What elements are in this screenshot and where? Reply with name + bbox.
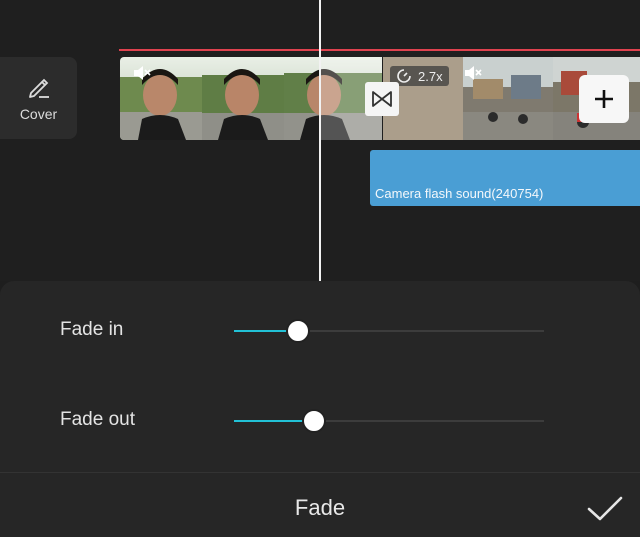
fade-in-row: Fade in	[0, 311, 640, 351]
mute-icon[interactable]	[463, 64, 483, 82]
footer-divider	[0, 472, 640, 473]
cover-label: Cover	[19, 106, 58, 122]
transition-button[interactable]	[365, 82, 399, 116]
fade-panel: Fade in Fade out Fade	[0, 281, 640, 537]
pencil-icon	[28, 78, 49, 98]
frame-2	[202, 57, 284, 140]
add-clip-button[interactable]	[579, 75, 629, 123]
fade-out-slider[interactable]	[234, 409, 544, 433]
fade-in-slider[interactable]	[234, 319, 544, 343]
speed-label: 2.7x	[418, 68, 443, 84]
plus-icon	[595, 90, 613, 108]
checkmark-icon[interactable]	[585, 494, 625, 524]
panel-title: Fade	[294, 495, 346, 520]
playhead[interactable]	[319, 0, 321, 281]
mute-icon[interactable]	[132, 64, 152, 82]
transition-bowtie-icon	[372, 91, 392, 107]
audio-clip-title: Camera flash sound(240754)	[375, 186, 544, 201]
fade-out-slider-knob[interactable]	[301, 409, 326, 433]
audio-clip[interactable]: Camera flash sound(240754)	[370, 150, 640, 206]
video-clip-1[interactable]	[120, 57, 382, 140]
cover-button[interactable]: Cover	[0, 57, 77, 139]
speed-gauge-icon	[397, 69, 411, 83]
clip-selection-line	[119, 49, 640, 51]
timeline-area[interactable]: Cover 2.7x Camera flash sound(240754)	[0, 0, 640, 281]
fade-in-label: Fade in	[60, 319, 124, 340]
fade-in-slider-knob[interactable]	[286, 319, 310, 343]
fade-out-row: Fade out	[0, 401, 640, 441]
fade-out-slider-fill	[234, 420, 312, 422]
video-clip-1-thumbnails	[120, 57, 382, 140]
fade-out-label: Fade out	[60, 409, 135, 430]
